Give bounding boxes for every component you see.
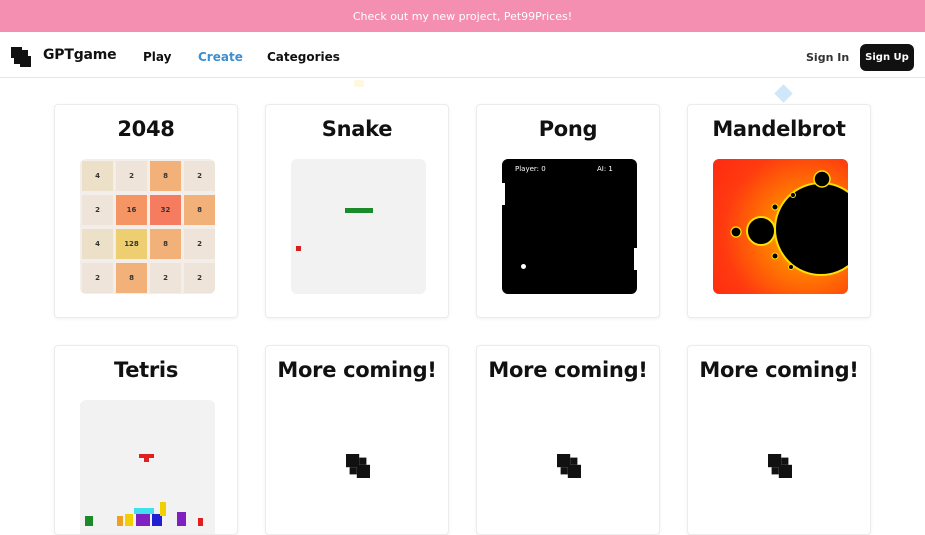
- tile-2048: 8: [150, 229, 181, 259]
- tile-2048: 8: [150, 161, 181, 191]
- tetris-stack: [85, 516, 93, 526]
- top-nav: GPTgame Play Create Categories Sign In S…: [0, 32, 925, 78]
- sign-in-link[interactable]: Sign In: [806, 51, 849, 64]
- pong-ball: [521, 264, 526, 269]
- snake-food: [296, 246, 301, 251]
- game-card-snake[interactable]: Snake: [265, 104, 449, 318]
- game-thumbnail-snake: [291, 159, 426, 294]
- card-title: More coming!: [277, 358, 437, 382]
- tile-2048: 2: [184, 263, 215, 293]
- tile-2048: 2: [82, 195, 113, 225]
- tetris-stack: [177, 512, 186, 526]
- tile-2048: 2: [150, 263, 181, 293]
- tetris-stack: [117, 516, 123, 526]
- nav-link-create[interactable]: Create: [198, 50, 243, 64]
- card-title: More coming!: [699, 358, 859, 382]
- card-title: Snake: [321, 117, 393, 141]
- game-card-tetris[interactable]: Tetris: [54, 345, 238, 535]
- tile-2048: 4: [82, 229, 113, 259]
- game-thumbnail-mandelbrot: [713, 159, 848, 294]
- game-thumbnail-2048: 4 2 8 2 2 16 32 8 4 128 8 2 2 8 2 2: [80, 159, 215, 294]
- tile-2048: 2: [184, 161, 215, 191]
- tile-2048: 8: [116, 263, 147, 293]
- card-title: Tetris: [113, 358, 179, 382]
- coming-soon-card[interactable]: More coming!: [265, 345, 449, 535]
- pong-left-paddle: [502, 183, 505, 205]
- tile-2048: 2: [116, 161, 147, 191]
- gptgame-logo-icon: [346, 454, 370, 478]
- pong-ai-score: AI: 1: [597, 165, 613, 173]
- sign-up-button[interactable]: Sign Up: [860, 44, 914, 71]
- coming-soon-card[interactable]: More coming!: [687, 345, 871, 535]
- tile-2048: 2: [82, 263, 113, 293]
- card-title: 2048: [117, 117, 175, 141]
- nav-link-categories[interactable]: Categories: [267, 50, 340, 64]
- tetris-stack: [125, 514, 133, 526]
- game-card-pong[interactable]: Pong Player: 0 AI: 1: [476, 104, 660, 318]
- background-decoration: [774, 84, 793, 103]
- tile-2048: 16: [116, 195, 147, 225]
- gptgame-logo-icon[interactable]: [11, 47, 31, 67]
- background-decoration: [354, 80, 364, 87]
- tile-2048: 32: [150, 195, 181, 225]
- promo-banner-text[interactable]: Check out my new project, Pet99Prices!: [353, 10, 572, 23]
- tile-2048: 128: [116, 229, 147, 259]
- game-thumbnail-tetris: [80, 400, 215, 534]
- card-title: Mandelbrot: [712, 117, 846, 141]
- game-card-mandelbrot[interactable]: Mandelbrot: [687, 104, 871, 318]
- coming-soon-card[interactable]: More coming!: [476, 345, 660, 535]
- tetris-stack: [198, 518, 203, 526]
- tetris-falling-piece: [144, 458, 149, 462]
- nav-link-play[interactable]: Play: [143, 50, 171, 64]
- tile-2048: 4: [82, 161, 113, 191]
- tile-2048: 8: [184, 195, 215, 225]
- mandelbrot-fractal-icon: [730, 170, 848, 276]
- gptgame-logo-icon: [768, 454, 792, 478]
- tile-2048: 2: [184, 229, 215, 259]
- game-card-2048[interactable]: 2048 4 2 8 2 2 16 32 8 4 128 8 2 2 8 2 2: [54, 104, 238, 318]
- tetris-stack: [160, 502, 166, 516]
- promo-banner[interactable]: Check out my new project, Pet99Prices!: [0, 0, 925, 32]
- tetris-stack: [136, 514, 150, 526]
- game-thumbnail-pong: Player: 0 AI: 1: [502, 159, 637, 294]
- brand-name[interactable]: GPTgame: [43, 47, 117, 63]
- gptgame-logo-icon: [557, 454, 581, 478]
- card-title: More coming!: [488, 358, 648, 382]
- snake-body: [345, 208, 373, 213]
- pong-player-score: Player: 0: [515, 165, 546, 173]
- pong-right-paddle: [634, 248, 637, 270]
- card-title: Pong: [538, 117, 598, 141]
